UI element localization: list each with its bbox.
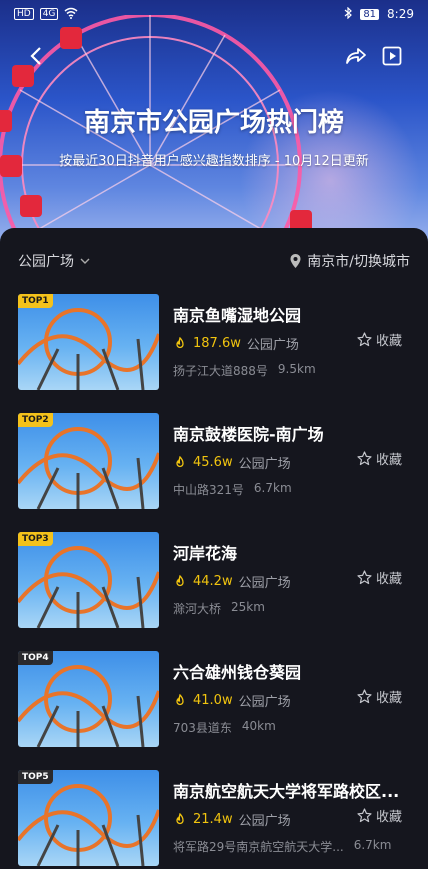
clock: 8:29 [387,7,414,21]
status-right: 81 8:29 [344,6,414,22]
item-address: 滁河大桥 [173,602,222,616]
item-name: 南京航空航天大学将军路校区... [173,782,400,801]
favorite-label: 收藏 [375,453,402,468]
favorite-button[interactable]: 收藏 [357,687,402,706]
item-thumbnail: TOP5 [18,770,159,866]
item-thumbnail: TOP2 [18,413,159,509]
heat-value: 21.4w [193,812,233,827]
battery-indicator: 81 [360,8,380,20]
video-button[interactable] [378,42,406,70]
rank-badge: TOP3 [18,532,53,546]
rank-badge: TOP4 [18,651,53,665]
item-distance: 6.7km [353,838,392,852]
share-icon [346,48,366,64]
back-button[interactable] [22,42,50,70]
page-subtitle: 按最近30日抖音用户感兴趣指数排序 - 10月12日更新 [59,154,369,169]
item-distance: 9.5km [277,362,316,376]
city-label: 南京市/切换城市 [307,254,410,270]
item-address: 扬子江大道888号 [173,364,268,378]
item-name: 南京鱼嘴湿地公园 [173,306,302,325]
star-icon [357,332,372,347]
wifi-icon [64,7,78,22]
rank-badge: TOP2 [18,413,53,427]
favorite-label: 收藏 [375,810,402,825]
star-icon [357,808,372,823]
fire-icon [176,812,184,824]
item-thumbnail: TOP4 [18,651,159,747]
fire-icon [176,336,184,348]
item-category: 公园广场 [238,695,291,710]
item-address-row: 703县道东 40km [173,719,276,736]
list-item[interactable]: TOP1 南京鱼嘴湿地公园 187.6w 公园广场 扬子江大道888号 9.5k… [18,294,410,390]
list-item[interactable]: TOP4 六合雄州钱仓葵园 41.0w 公园广场 703县道东 40km 收藏 [18,651,410,747]
favorite-button[interactable]: 收藏 [357,330,402,349]
status-left: HD 4G [14,7,78,22]
star-icon [357,689,372,704]
favorite-label: 收藏 [375,572,402,587]
fire-icon [176,574,184,586]
favorite-button[interactable]: 收藏 [357,568,402,587]
item-category: 公园广场 [238,576,291,591]
list-item[interactable]: TOP3 河岸花海 44.2w 公园广场 滁河大桥 25km 收藏 [18,532,410,628]
city-switch[interactable]: 南京市/切换城市 [290,251,410,271]
filter-row: 公园广场 南京市/切换城市 [0,246,428,276]
hero-banner: HD 4G 81 8:29 南京市公园广场热门榜 按最近30日抖音用户感兴趣指数… [0,0,428,250]
page-title: 南京市公园广场热门榜 [83,108,344,138]
chevron-down-icon [80,258,90,264]
item-address: 中山路321号 [173,483,244,497]
item-name: 六合雄州钱仓葵园 [173,663,302,682]
favorite-button[interactable]: 收藏 [357,449,402,468]
item-distance: 25km [231,600,265,614]
fire-icon [176,693,184,705]
item-thumbnail: TOP3 [18,532,159,628]
fire-icon [176,455,184,467]
favorite-label: 收藏 [375,691,402,706]
item-distance: 40km [241,719,276,733]
item-meta: 45.6w 公园广场 [173,453,291,472]
rank-badge: TOP5 [18,770,53,784]
category-dropdown[interactable]: 公园广场 [18,251,90,271]
item-meta: 21.4w 公园广场 [173,810,291,829]
item-name: 南京鼓楼医院-南广场 [173,425,324,444]
item-category: 公园广场 [238,457,291,472]
item-address-row: 将军路29号南京航空航天大学... 6.7km [173,838,391,855]
item-address: 将军路29号南京航空航天大学... [173,840,344,854]
favorite-button[interactable]: 收藏 [357,806,402,825]
item-distance: 6.7km [253,481,292,495]
network-chip: 4G [39,8,59,20]
heat-value: 187.6w [193,336,241,351]
rank-badge: TOP1 [18,294,53,308]
hd-chip: HD [14,8,34,20]
item-address-row: 扬子江大道888号 9.5km [173,362,316,379]
heat-value: 41.0w [193,693,233,708]
favorite-label: 收藏 [375,334,402,349]
list-item[interactable]: TOP5 南京航空航天大学将军路校区... 21.4w 公园广场 将军路29号南… [18,770,410,866]
list-item[interactable]: TOP2 南京鼓楼医院-南广场 45.6w 公园广场 中山路321号 6.7km… [18,413,410,509]
bluetooth-icon [344,6,353,22]
star-icon [357,570,372,585]
status-bar: HD 4G 81 8:29 [0,0,428,28]
heat-value: 45.6w [193,455,233,470]
ranking-panel: 公园广场 南京市/切换城市 TOP1 南京鱼嘴湿地公园 187.6w 公园广场 … [0,228,428,869]
item-address-row: 滁河大桥 25km [173,600,265,617]
item-meta: 41.0w 公园广场 [173,691,291,710]
item-category: 公园广场 [238,814,291,829]
chevron-left-icon [30,47,41,65]
item-meta: 187.6w 公园广场 [173,334,299,353]
play-icon [382,46,402,66]
item-thumbnail: TOP1 [18,294,159,390]
item-address: 703县道东 [173,721,232,735]
item-meta: 44.2w 公园广场 [173,572,291,591]
heat-value: 44.2w [193,574,233,589]
item-address-row: 中山路321号 6.7km [173,481,292,498]
item-name: 河岸花海 [173,544,238,563]
item-category: 公园广场 [246,338,299,353]
star-icon [357,451,372,466]
location-pin-icon [290,254,301,268]
category-label: 公园广场 [18,254,74,270]
share-button[interactable] [342,42,370,70]
